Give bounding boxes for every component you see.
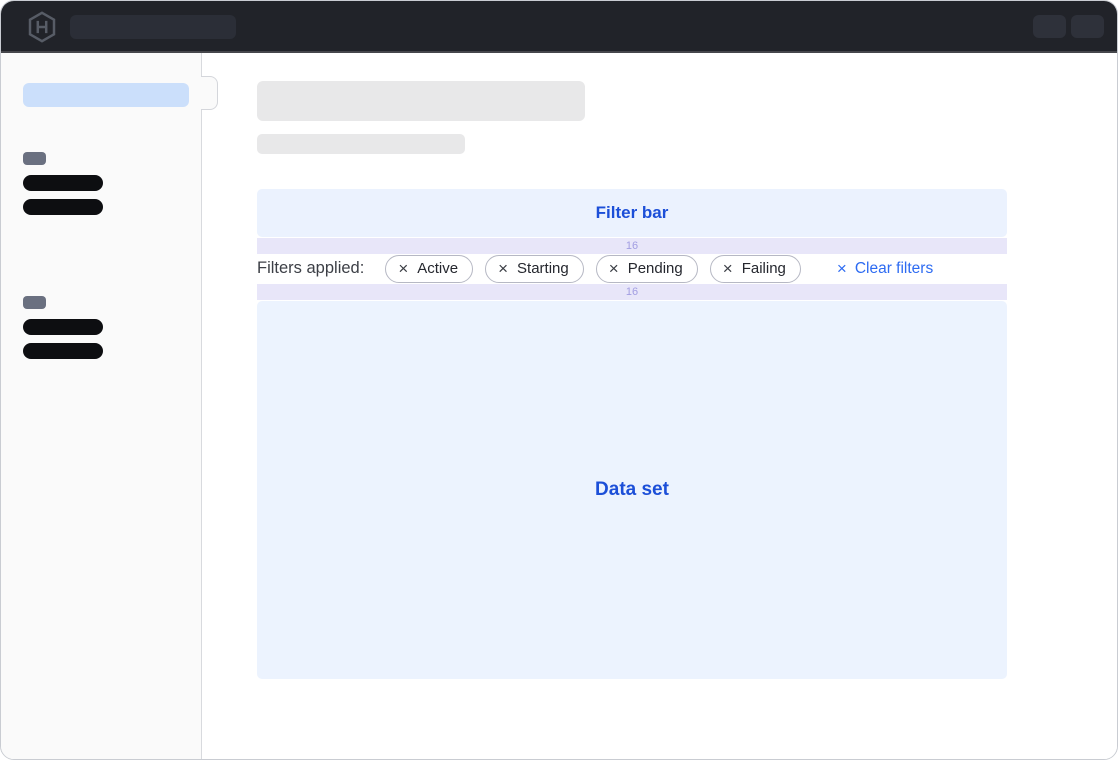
sidebar-nav-item-placeholder[interactable] bbox=[23, 175, 103, 191]
sidebar-collapse-handle[interactable] bbox=[201, 76, 218, 110]
app-window: Filter bar 16 Filters applied: × Active … bbox=[0, 0, 1118, 760]
filter-tag-pending[interactable]: × Pending bbox=[596, 255, 698, 283]
dismiss-icon[interactable]: × bbox=[398, 260, 408, 277]
filter-tag-starting[interactable]: × Starting bbox=[485, 255, 584, 283]
clear-filters-link[interactable]: × Clear filters bbox=[837, 260, 933, 278]
dismiss-icon[interactable]: × bbox=[609, 260, 619, 277]
filter-tag-label: Failing bbox=[742, 260, 786, 277]
applied-filters-row: Filters applied: × Active × Starting × P… bbox=[257, 253, 1007, 284]
search-input-placeholder[interactable] bbox=[70, 15, 236, 39]
filter-tag-active[interactable]: × Active bbox=[385, 255, 473, 283]
sidebar bbox=[1, 53, 202, 759]
topbar-action-placeholder-1[interactable] bbox=[1033, 15, 1066, 38]
page-subtitle-placeholder bbox=[257, 134, 465, 154]
filters-applied-label: Filters applied: bbox=[257, 259, 364, 278]
dismiss-icon[interactable]: × bbox=[723, 260, 733, 277]
sidebar-section-label-placeholder-1 bbox=[23, 152, 46, 165]
data-set-region: Data set bbox=[257, 301, 1007, 679]
sidebar-nav-item-placeholder[interactable] bbox=[23, 319, 103, 335]
hashicorp-logo-icon bbox=[27, 11, 57, 43]
top-navigation-bar bbox=[1, 1, 1117, 53]
filter-tag-failing[interactable]: × Failing bbox=[710, 255, 801, 283]
dismiss-icon[interactable]: × bbox=[498, 260, 508, 277]
spacing-annotation-value: 16 bbox=[626, 284, 638, 300]
topbar-action-placeholder-2[interactable] bbox=[1071, 15, 1104, 38]
filter-bar-label: Filter bar bbox=[596, 203, 669, 223]
sidebar-active-item-placeholder[interactable] bbox=[23, 83, 189, 107]
filter-tag-label: Starting bbox=[517, 260, 569, 277]
data-set-label: Data set bbox=[595, 479, 669, 501]
page-title-placeholder bbox=[257, 81, 585, 121]
sidebar-nav-item-placeholder[interactable] bbox=[23, 199, 103, 215]
sidebar-section-label-placeholder-2 bbox=[23, 296, 46, 309]
spacing-annotation-value: 16 bbox=[626, 238, 638, 254]
main-content: Filter bar 16 Filters applied: × Active … bbox=[203, 53, 1117, 759]
dismiss-icon: × bbox=[837, 260, 847, 277]
filter-bar-region: Filter bar bbox=[257, 189, 1007, 237]
filter-tag-label: Active bbox=[417, 260, 458, 277]
spacing-annotation-bottom: 16 bbox=[257, 284, 1007, 300]
filter-tag-label: Pending bbox=[628, 260, 683, 277]
clear-filters-label: Clear filters bbox=[855, 260, 933, 278]
sidebar-nav-item-placeholder[interactable] bbox=[23, 343, 103, 359]
spacing-annotation-top: 16 bbox=[257, 238, 1007, 254]
